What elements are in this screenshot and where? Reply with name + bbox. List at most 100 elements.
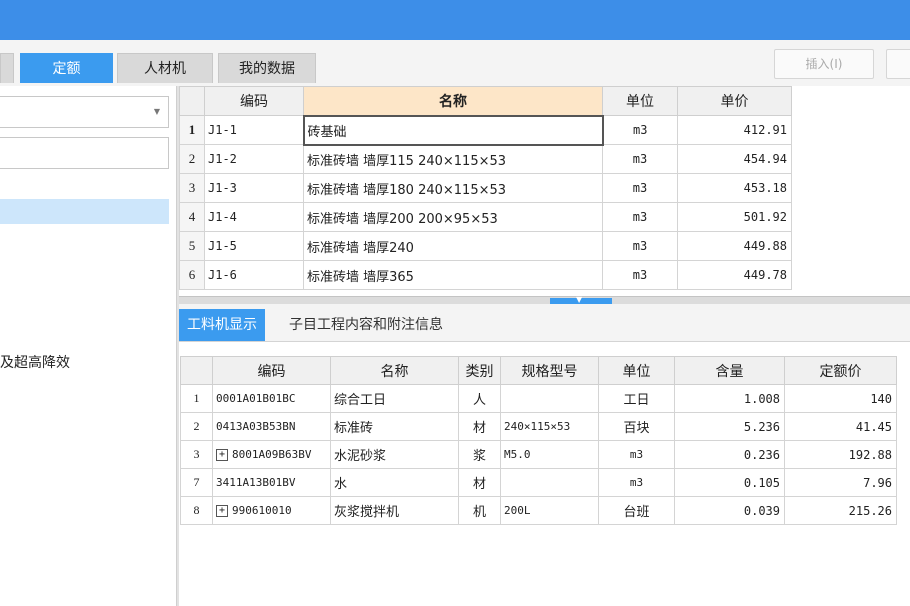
cell-unit[interactable]: m3 (602, 202, 678, 232)
cell-quantity[interactable]: 5.236 (674, 412, 785, 441)
table-row[interactable]: 3 +8001A09B63BV 水泥砂浆 浆 M5.0 m3 0.236 192… (180, 440, 897, 469)
cell-price[interactable]: 449.88 (677, 231, 792, 261)
table-row[interactable]: 3 J1-3 标准砖墙 墙厚180 240×115×53 m3 453.18 (179, 173, 792, 203)
table-row[interactable]: 8 +990610010 灰浆搅拌机 机 200L 台班 0.039 215.2… (180, 496, 897, 525)
cell-code[interactable]: J1-5 (204, 231, 304, 261)
cell-name[interactable]: 标准砖墙 墙厚200 200×95×53 (303, 202, 603, 232)
tab-labor-material-machine[interactable]: 人材机 (117, 53, 213, 83)
header-code[interactable]: 编码 (212, 356, 331, 385)
header-quota-price[interactable]: 定额价 (784, 356, 897, 385)
library-select[interactable]: ▼ (0, 96, 169, 128)
cell-code[interactable]: J1-2 (204, 144, 304, 174)
cell-spec[interactable]: 240×115×53 (500, 412, 599, 441)
cell-price[interactable]: 449.78 (677, 260, 792, 290)
cell-unit[interactable]: m3 (602, 260, 678, 290)
cell-name[interactable]: 灰浆搅拌机 (330, 496, 459, 525)
horizontal-splitter[interactable] (179, 296, 910, 304)
tree-selected-item[interactable] (0, 199, 169, 224)
cell-name[interactable]: 砖基础 (302, 114, 604, 146)
insert-button[interactable]: 插入(I) (774, 49, 874, 79)
cell-quantity[interactable]: 0.039 (674, 496, 785, 525)
cell-name[interactable]: 水泥砂浆 (330, 440, 459, 469)
cell-quota-price[interactable]: 7.96 (784, 468, 897, 497)
expand-icon[interactable]: + (216, 505, 228, 517)
cell-price[interactable]: 501.92 (677, 202, 792, 232)
quota-table: 编码 名称 单位 单价 1 J1-1 砖基础 m3 412.91 2 J1-2 … (179, 86, 792, 290)
cell-code[interactable]: 0001A01B01BC (212, 384, 331, 413)
header-unit[interactable]: 单位 (602, 86, 678, 116)
cell-quantity[interactable]: 0.236 (674, 440, 785, 469)
cell-category[interactable]: 人 (458, 384, 501, 413)
cell-price[interactable]: 412.91 (677, 115, 792, 145)
tab-work-content-notes[interactable]: 子目工程内容和附注信息 (289, 309, 443, 341)
search-input[interactable] (0, 137, 169, 169)
cell-name[interactable]: 标准砖墙 墙厚365 (303, 260, 603, 290)
cell-category[interactable]: 材 (458, 412, 501, 441)
cell-name[interactable]: 标准砖墙 墙厚240 (303, 231, 603, 261)
cell-unit[interactable]: 台班 (598, 496, 675, 525)
cell-category[interactable]: 浆 (458, 440, 501, 469)
table-row[interactable]: 2 J1-2 标准砖墙 墙厚115 240×115×53 m3 454.94 (179, 144, 792, 174)
header-name[interactable]: 名称 (303, 86, 603, 116)
table-row[interactable]: 5 J1-5 标准砖墙 墙厚240 m3 449.88 (179, 231, 792, 261)
cell-unit[interactable]: 工日 (598, 384, 675, 413)
cell-unit[interactable]: m3 (602, 115, 678, 145)
cell-name[interactable]: 标准砖墙 墙厚115 240×115×53 (303, 144, 603, 174)
cell-spec[interactable] (500, 468, 599, 497)
header-spec[interactable]: 规格型号 (500, 356, 599, 385)
table-row[interactable]: 7 3411A13B01BV 水 材 m3 0.105 7.96 (180, 468, 897, 497)
table-row[interactable]: 4 J1-4 标准砖墙 墙厚200 200×95×53 m3 501.92 (179, 202, 792, 232)
cell-price[interactable]: 453.18 (677, 173, 792, 203)
cell-name[interactable]: 水 (330, 468, 459, 497)
cell-code[interactable]: 0413A03B53BN (212, 412, 331, 441)
expand-icon[interactable]: + (216, 449, 228, 461)
header-unit[interactable]: 单位 (598, 356, 675, 385)
tab-quota[interactable]: 定额 (20, 53, 113, 83)
header-code[interactable]: 编码 (204, 86, 304, 116)
cell-spec[interactable]: M5.0 (500, 440, 599, 469)
tab-partial[interactable] (0, 53, 14, 83)
cell-price[interactable]: 454.94 (677, 144, 792, 174)
cell-code[interactable]: +8001A09B63BV (212, 440, 331, 469)
header-category[interactable]: 类别 (458, 356, 501, 385)
cell-unit[interactable]: m3 (598, 468, 675, 497)
cell-category[interactable]: 材 (458, 468, 501, 497)
cell-unit[interactable]: m3 (602, 144, 678, 174)
cell-spec[interactable] (500, 384, 599, 413)
cell-quantity[interactable]: 1.008 (674, 384, 785, 413)
tab-my-data[interactable]: 我的数据 (218, 53, 316, 83)
cell-unit[interactable]: m3 (598, 440, 675, 469)
cell-spec[interactable]: 200L (500, 496, 599, 525)
header-name[interactable]: 名称 (330, 356, 459, 385)
cell-name[interactable]: 综合工日 (330, 384, 459, 413)
cell-code[interactable]: J1-6 (204, 260, 304, 290)
tab-bar: 定额 人材机 我的数据 插入(I) (0, 40, 910, 86)
table-row[interactable]: 1 J1-1 砖基础 m3 412.91 (179, 114, 792, 146)
tree-item-label[interactable]: 及超高降效 (0, 352, 70, 372)
cell-quota-price[interactable]: 140 (784, 384, 897, 413)
table-row[interactable]: 6 J1-6 标准砖墙 墙厚365 m3 449.78 (179, 260, 792, 290)
cell-code[interactable]: +990610010 (212, 496, 331, 525)
cell-unit[interactable]: m3 (602, 231, 678, 261)
cell-unit[interactable]: m3 (602, 173, 678, 203)
cell-quota-price[interactable]: 41.45 (784, 412, 897, 441)
cell-quota-price[interactable]: 215.26 (784, 496, 897, 525)
cell-code-text: 990610010 (232, 504, 292, 517)
table-row[interactable]: 2 0413A03B53BN 标准砖 材 240×115×53 百块 5.236… (180, 412, 897, 441)
cell-code[interactable]: J1-4 (204, 202, 304, 232)
cell-unit[interactable]: 百块 (598, 412, 675, 441)
cell-quota-price[interactable]: 192.88 (784, 440, 897, 469)
table-row[interactable]: 1 0001A01B01BC 综合工日 人 工日 1.008 140 (180, 384, 897, 413)
cell-name[interactable]: 标准砖墙 墙厚180 240×115×53 (303, 173, 603, 203)
chevron-down-icon[interactable]: ▼ (154, 107, 160, 116)
header-quantity[interactable]: 含量 (674, 356, 785, 385)
cell-code[interactable]: J1-1 (204, 115, 304, 145)
cell-code[interactable]: J1-3 (204, 173, 304, 203)
cell-code[interactable]: 3411A13B01BV (212, 468, 331, 497)
toolbar-button-partial[interactable] (886, 49, 910, 79)
tab-material-display[interactable]: 工料机显示 (179, 309, 265, 341)
cell-category[interactable]: 机 (458, 496, 501, 525)
cell-quantity[interactable]: 0.105 (674, 468, 785, 497)
header-price[interactable]: 单价 (677, 86, 792, 116)
cell-name[interactable]: 标准砖 (330, 412, 459, 441)
